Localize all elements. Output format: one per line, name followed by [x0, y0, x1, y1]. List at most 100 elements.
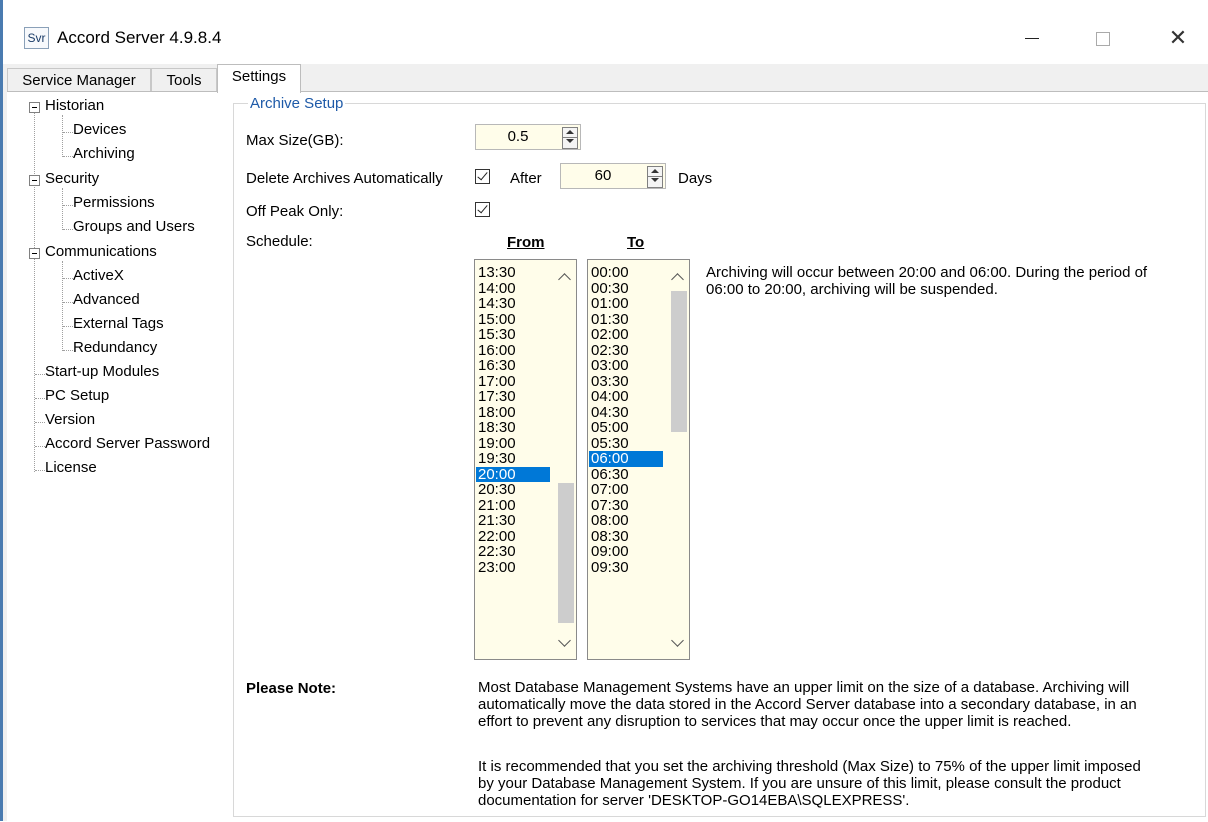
- from-list-item[interactable]: 22:00: [476, 529, 550, 545]
- tree-line: [63, 302, 73, 303]
- to-list-item[interactable]: 06:30: [589, 467, 663, 483]
- from-list-item[interactable]: 19:00: [476, 436, 550, 452]
- group-title: Archive Setup: [248, 95, 346, 112]
- to-scrollbar[interactable]: [669, 261, 689, 658]
- note-line: Most Database Management Systems have an…: [478, 679, 1130, 696]
- to-list-item[interactable]: 00:00: [589, 265, 663, 281]
- from-list-item[interactable]: 13:30: [476, 265, 550, 281]
- title-bar: Svr Accord Server 4.9.8.4 ✕: [3, 0, 1208, 64]
- tree-item-activex[interactable]: ActiveX: [73, 267, 124, 284]
- tree-item-redundancy[interactable]: Redundancy: [73, 339, 157, 356]
- delete-archives-checkbox[interactable]: [475, 169, 490, 184]
- from-listbox[interactable]: 13:30 14:00 14:30 15:00 15:30 16:00 16:30 17:00…: [474, 259, 577, 660]
- from-list-item[interactable]: 16:30: [476, 358, 550, 374]
- spinner-arrows-icon[interactable]: [562, 127, 578, 149]
- max-size-value[interactable]: 0.5: [476, 125, 560, 149]
- tree-item-startup-modules[interactable]: Start-up Modules: [45, 363, 159, 380]
- from-scrollbar[interactable]: [556, 261, 576, 658]
- from-list-item[interactable]: 23:00: [476, 560, 550, 576]
- tree-item-password[interactable]: Accord Server Password: [45, 435, 210, 452]
- to-list-item[interactable]: 07:00: [589, 482, 663, 498]
- from-list-item[interactable]: 21:30: [476, 513, 550, 529]
- tree-line: [63, 278, 73, 279]
- scroll-up-icon[interactable]: [671, 273, 684, 286]
- scroll-down-icon[interactable]: [671, 634, 684, 647]
- after-label: After: [510, 170, 542, 187]
- to-list-item[interactable]: 03:00: [589, 358, 663, 374]
- tree-item-version[interactable]: Version: [45, 411, 95, 428]
- to-list-item[interactable]: 06:00: [589, 451, 663, 467]
- from-list-item[interactable]: 16:00: [476, 343, 550, 359]
- from-list-item[interactable]: 14:00: [476, 281, 550, 297]
- from-list-item[interactable]: 17:30: [476, 389, 550, 405]
- close-button[interactable]: ✕: [1155, 18, 1201, 58]
- tree-item-security[interactable]: Security: [45, 170, 99, 187]
- collapse-icon[interactable]: [29, 102, 40, 113]
- tree-line: [63, 156, 73, 157]
- to-list-item[interactable]: 03:30: [589, 374, 663, 390]
- tree-item-permissions[interactable]: Permissions: [73, 194, 155, 211]
- to-list-item[interactable]: 09:30: [589, 560, 663, 576]
- tab-service-manager[interactable]: Service Manager: [7, 68, 151, 92]
- tab-tools[interactable]: Tools: [151, 68, 217, 92]
- schedule-note: Archiving will occur between 20:00 and 0…: [706, 264, 1147, 298]
- tree-item-devices[interactable]: Devices: [73, 121, 126, 138]
- minimize-icon: [1025, 38, 1039, 39]
- tree-item-advanced[interactable]: Advanced: [73, 291, 140, 308]
- from-list-item[interactable]: 19:30: [476, 451, 550, 467]
- collapse-icon[interactable]: [29, 175, 40, 186]
- tree-item-license[interactable]: License: [45, 459, 97, 476]
- to-list-item[interactable]: 09:00: [589, 544, 663, 560]
- to-list-item[interactable]: 07:30: [589, 498, 663, 514]
- from-list-item[interactable]: 15:30: [476, 327, 550, 343]
- from-list-item[interactable]: 17:00: [476, 374, 550, 390]
- days-value[interactable]: 60: [561, 164, 645, 188]
- to-list-item[interactable]: 05:30: [589, 436, 663, 452]
- from-list-item[interactable]: 21:00: [476, 498, 550, 514]
- to-list-item[interactable]: 04:30: [589, 405, 663, 421]
- maximize-button[interactable]: [1080, 18, 1126, 58]
- from-list-item[interactable]: 22:30: [476, 544, 550, 560]
- to-list-item[interactable]: 08:00: [589, 513, 663, 529]
- scroll-thumb[interactable]: [558, 483, 574, 623]
- days-spinner[interactable]: 60: [560, 163, 666, 189]
- to-list-item[interactable]: 08:30: [589, 529, 663, 545]
- from-list-item[interactable]: 20:30: [476, 482, 550, 498]
- collapse-icon[interactable]: [29, 248, 40, 259]
- tree-line: [63, 326, 73, 327]
- tree-item-groups-users[interactable]: Groups and Users: [73, 218, 195, 235]
- window-border: [0, 0, 3, 821]
- tab-settings[interactable]: Settings: [217, 64, 301, 93]
- to-list-item[interactable]: 04:00: [589, 389, 663, 405]
- to-listbox[interactable]: 00:00 00:30 01:00 01:30 02:00 02:30 03:00 03:30…: [587, 259, 690, 660]
- tree-line: [35, 446, 45, 447]
- to-list-item[interactable]: 01:30: [589, 312, 663, 328]
- to-list-item[interactable]: 05:00: [589, 420, 663, 436]
- note-line: It is recommended that you set the archi…: [478, 758, 1141, 775]
- tree-item-pc-setup[interactable]: PC Setup: [45, 387, 109, 404]
- delete-archives-label: Delete Archives Automatically: [246, 170, 443, 187]
- spinner-arrows-icon[interactable]: [647, 166, 663, 188]
- tree-line: [35, 398, 45, 399]
- tree-line: [63, 132, 73, 133]
- from-list-item[interactable]: 18:00: [476, 405, 550, 421]
- from-list-item[interactable]: 20:00: [476, 466, 550, 482]
- from-list-item[interactable]: 14:30: [476, 296, 550, 312]
- from-list-item[interactable]: 15:00: [476, 312, 550, 328]
- to-list-item[interactable]: 02:00: [589, 327, 663, 343]
- tree-item-archiving[interactable]: Archiving: [73, 145, 135, 162]
- scroll-up-icon[interactable]: [558, 273, 571, 286]
- max-size-spinner[interactable]: 0.5: [475, 124, 581, 150]
- to-header: To: [627, 234, 645, 251]
- from-list-item[interactable]: 18:30: [476, 420, 550, 436]
- tree-item-communications[interactable]: Communications: [45, 243, 157, 260]
- to-list-item[interactable]: 00:30: [589, 281, 663, 297]
- scroll-down-icon[interactable]: [558, 634, 571, 647]
- off-peak-checkbox[interactable]: [475, 202, 490, 217]
- minimize-button[interactable]: [1009, 18, 1055, 58]
- tree-item-historian[interactable]: Historian: [45, 97, 104, 114]
- to-list-item[interactable]: 02:30: [589, 343, 663, 359]
- to-list-item[interactable]: 01:00: [589, 296, 663, 312]
- scroll-thumb[interactable]: [671, 291, 687, 432]
- tree-item-external-tags[interactable]: External Tags: [73, 315, 164, 332]
